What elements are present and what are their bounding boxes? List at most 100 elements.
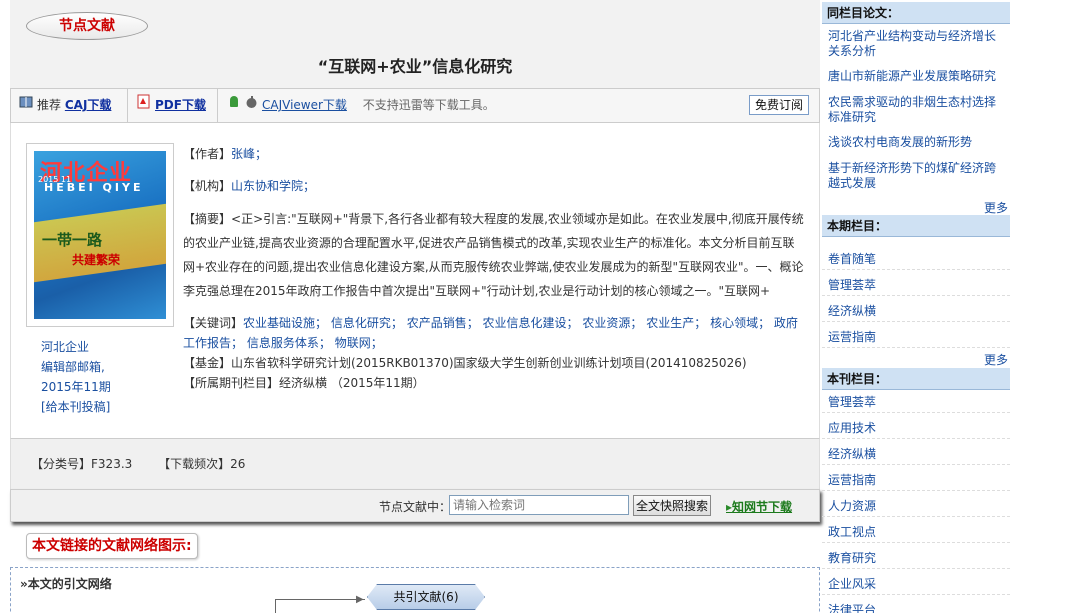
sidebar-link[interactable]: 运营指南 bbox=[822, 328, 1010, 348]
keyword-link[interactable]: 核心领域； bbox=[710, 316, 770, 330]
keyword-link[interactable]: 农业基础设施； bbox=[243, 316, 327, 330]
cover-pinyin: HEBEI QIYE bbox=[44, 181, 144, 194]
cocite-node[interactable]: 共引文献(6) bbox=[367, 584, 485, 610]
abstract-label: 【摘要】 bbox=[183, 212, 232, 226]
keyword-link[interactable]: 农业信息化建设； bbox=[483, 316, 579, 330]
cover-slogan: 一带一路 bbox=[42, 231, 103, 249]
sidebar-link[interactable]: 经济纵横 bbox=[822, 302, 1010, 322]
android-icon bbox=[227, 89, 241, 122]
pdf-download-link[interactable]: PDF下载 bbox=[155, 98, 206, 112]
sidebar: 同栏目论文： 河北省产业结构变动与经济增长关系分析唐山市新能源产业发展策略研究农… bbox=[822, 0, 1010, 613]
divider bbox=[217, 89, 218, 122]
class-label: 【分类号】 bbox=[31, 457, 92, 471]
cnki-link-label: 知网节下载 bbox=[732, 500, 793, 514]
column-text: 经济纵横 （2015年11期） bbox=[279, 376, 425, 390]
related-paper-link[interactable]: 浅谈农村电商发展的新形势 bbox=[822, 133, 1010, 152]
keyword-link[interactable]: 农业生产； bbox=[646, 316, 706, 330]
submit-link[interactable]: [给本刊投稿] bbox=[41, 400, 110, 414]
publication-info: 河北企业 编辑部邮箱, 2015年11期 [给本刊投稿] bbox=[41, 337, 151, 417]
apple-icon bbox=[245, 89, 258, 122]
article-metadata: 【作者】张峰； 【机构】山东协和学院； 【摘要】<正>引言:"互联网+"背景下,… bbox=[183, 143, 805, 393]
org-link[interactable]: 山东协和学院； bbox=[231, 179, 315, 193]
same-column-heading: 同栏目论文： bbox=[822, 2, 1010, 24]
pdf-group: PDF下载 bbox=[137, 89, 206, 122]
article-header: 节点文献 “互联网+农业”信息化研究 bbox=[10, 0, 820, 88]
pdf-icon bbox=[137, 89, 151, 122]
classification-row: 【分类号】F323.3 【下载频次】26 bbox=[10, 439, 820, 489]
downloads-label: 【下载频次】 bbox=[158, 457, 231, 471]
author-label: 【作者】 bbox=[183, 147, 232, 161]
journal-column-heading: 本刊栏目： bbox=[822, 368, 1010, 390]
download-toolbar: 推荐 CAJ下载 PDF下载 CAJViewer下载 不支持迅雷等下载工具。 免… bbox=[10, 88, 820, 123]
editor-email-link[interactable]: 编辑部邮箱, bbox=[41, 360, 105, 374]
more-link[interactable]: 更多 bbox=[984, 351, 1008, 368]
keyword-link[interactable]: 信息服务体系； bbox=[247, 336, 331, 350]
journal-cover[interactable]: 河北企业 2015 11 HEBEI QIYE 一带一路 共建繁荣 bbox=[26, 143, 174, 327]
keyword-list: 农业基础设施； 信息化研究； 农产品销售； 农业信息化建设； 农业资源； 农业生… bbox=[183, 316, 798, 350]
issue-column-heading: 本期栏目： bbox=[822, 215, 1010, 237]
keyword-link[interactable]: 农产品销售； bbox=[407, 316, 479, 330]
sidebar-link[interactable]: 应用技术 bbox=[822, 419, 1010, 439]
sidebar-link[interactable]: 政工视点 bbox=[822, 523, 1010, 543]
fund-row: 【基金】山东省软科学研究计划(2015RKB01370)国家级大学生创新创业训练… bbox=[183, 353, 805, 373]
download-note: 不支持迅雷等下载工具。 bbox=[362, 98, 495, 112]
org-label: 【机构】 bbox=[183, 179, 232, 193]
more-link[interactable]: 更多 bbox=[984, 199, 1008, 216]
sidebar-link[interactable]: 卷首随笔 bbox=[822, 250, 1010, 270]
related-paper-link[interactable]: 河北省产业结构变动与经济增长关系分析 bbox=[822, 27, 1010, 61]
related-paper-link[interactable]: 唐山市新能源产业发展策略研究 bbox=[822, 67, 1010, 86]
article-title: “互联网+农业”信息化研究 bbox=[317, 57, 513, 76]
related-paper-link[interactable]: 基于新经济形势下的煤矿经济跨越式发展 bbox=[822, 159, 1010, 193]
sidebar-link[interactable]: 管理荟萃 bbox=[822, 393, 1010, 413]
network-connector bbox=[275, 599, 365, 613]
related-paper-link[interactable]: 农民需求驱动的非烟生态村选择标准研究 bbox=[822, 93, 1010, 127]
fund-text: 山东省软科学研究计划(2015RKB01370)国家级大学生创新创业训练计划项目… bbox=[231, 356, 747, 370]
node-document-badge: 节点文献 bbox=[19, 12, 155, 40]
column-label: 【所属期刊栏目】 bbox=[183, 376, 280, 390]
author-row: 【作者】张峰； bbox=[183, 143, 805, 165]
recommend-group: 推荐 CAJ下载 bbox=[19, 89, 111, 122]
abstract-row: 【摘要】<正>引言:"互联网+"背景下,各行各业都有较大程度的发展,农业领域亦是… bbox=[183, 207, 805, 303]
downloads-value: 26 bbox=[230, 457, 246, 471]
arrow-right-icon: ▶ bbox=[356, 594, 364, 605]
author-link[interactable]: 张峰； bbox=[231, 147, 267, 161]
fulltext-search-button[interactable]: 全文快照搜索 bbox=[633, 495, 711, 516]
keyword-link[interactable]: 物联网； bbox=[335, 336, 383, 350]
sidebar-link[interactable]: 运营指南 bbox=[822, 471, 1010, 491]
divider bbox=[127, 89, 128, 122]
book-icon bbox=[19, 89, 33, 122]
recommend-label: 推荐 bbox=[37, 98, 62, 112]
class-value: F323.3 bbox=[91, 457, 133, 471]
cnki-node-download-link[interactable]: ▸知网节下载 bbox=[726, 498, 792, 515]
search-bar: 节点文献中： 全文快照搜索 ▸知网节下载 bbox=[10, 489, 820, 522]
fund-label: 【基金】 bbox=[183, 356, 232, 370]
keyword-link[interactable]: 信息化研究； bbox=[331, 316, 403, 330]
abstract-text: <正>引言:"互联网+"背景下,各行各业都有较大程度的发展,农业领域亦是如此。在… bbox=[183, 212, 804, 298]
sidebar-link[interactable]: 教育研究 bbox=[822, 549, 1010, 569]
sidebar-link[interactable]: 经济纵横 bbox=[822, 445, 1010, 465]
org-row: 【机构】山东协和学院； bbox=[183, 175, 805, 197]
caj-download-link[interactable]: CAJ下载 bbox=[65, 98, 112, 112]
article-detail: 河北企业 2015 11 HEBEI QIYE 一带一路 共建繁荣 河北企业 编… bbox=[10, 123, 820, 439]
cover-image: 河北企业 2015 11 HEBEI QIYE 一带一路 共建繁荣 bbox=[34, 151, 166, 319]
citation-network-box: »本文的引文网络 ▶ 共引文献(6) bbox=[10, 567, 820, 613]
keywords-row: 【关键词】农业基础设施； 信息化研究； 农产品销售； 农业信息化建设； 农业资源… bbox=[183, 313, 805, 353]
keywords-label: 【关键词】 bbox=[183, 316, 244, 330]
sidebar-link[interactable]: 企业风采 bbox=[822, 575, 1010, 595]
network-title: 本文链接的文献网络图示: bbox=[26, 533, 198, 559]
sidebar-link[interactable]: 法律平台 bbox=[822, 601, 1010, 613]
search-label: 节点文献中： bbox=[379, 500, 452, 514]
search-input[interactable] bbox=[449, 495, 629, 515]
sidebar-link[interactable]: 人力资源 bbox=[822, 497, 1010, 517]
cover-slogan-sub: 共建繁荣 bbox=[72, 253, 121, 267]
cajviewer-download-link[interactable]: CAJViewer下载 bbox=[262, 98, 347, 112]
sidebar-link[interactable]: 管理荟萃 bbox=[822, 276, 1010, 296]
free-subscribe-button[interactable]: 免费订阅 bbox=[748, 95, 809, 115]
journal-link[interactable]: 河北企业 bbox=[41, 340, 89, 354]
column-row: 【所属期刊栏目】经济纵横 （2015年11期） bbox=[183, 373, 805, 393]
issue-link[interactable]: 2015年11期 bbox=[41, 380, 111, 394]
keyword-link[interactable]: 农业资源； bbox=[582, 316, 642, 330]
cajviewer-group: CAJViewer下载 不支持迅雷等下载工具。 bbox=[227, 89, 495, 122]
network-subtitle: »本文的引文网络 bbox=[20, 577, 112, 591]
main-content: 节点文献 “互联网+农业”信息化研究 推荐 CAJ下载 PDF下载 CAJVie… bbox=[10, 0, 820, 613]
